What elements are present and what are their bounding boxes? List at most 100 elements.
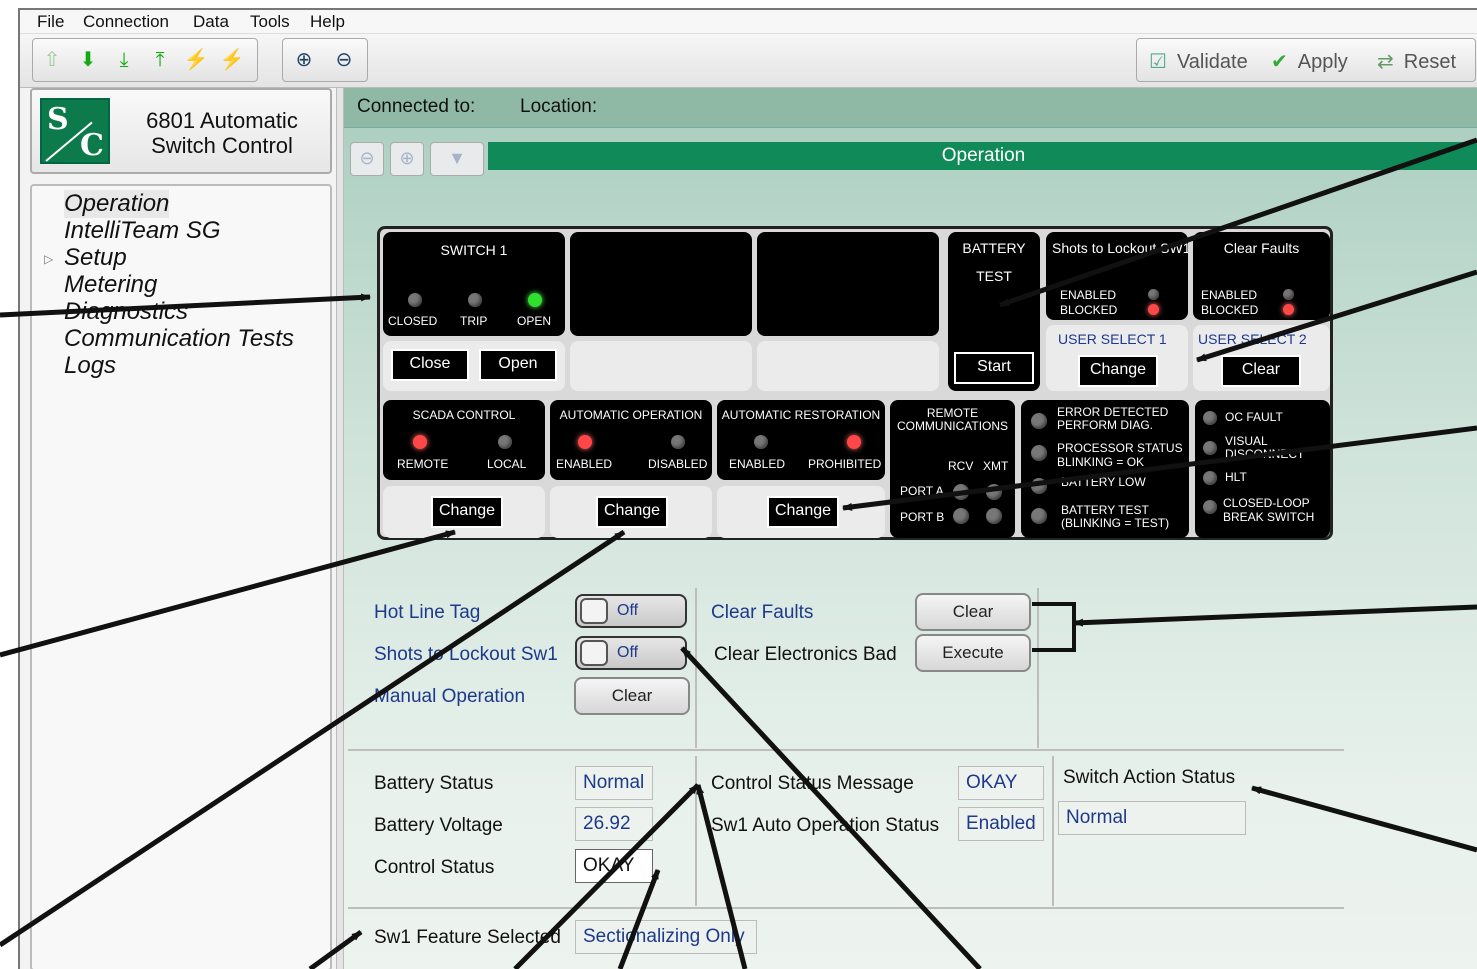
main-content: Connected to: Location: ⊖ ⊕ ▼ Operation … bbox=[344, 88, 1477, 969]
battery-test-block: BATTERY TEST Start bbox=[948, 232, 1040, 391]
clear-faults-button[interactable]: Clear bbox=[915, 593, 1031, 631]
sidebar-item-intelliteam[interactable]: IntelliTeam SG bbox=[64, 217, 221, 245]
menu-data[interactable]: Data bbox=[193, 12, 229, 32]
sw1-auto-op-status-label: Sw1 Auto Operation Status bbox=[711, 815, 940, 836]
auto-op-buttons: Change bbox=[550, 486, 712, 538]
switch-action-status-label: Switch Action Status bbox=[1063, 767, 1236, 788]
battery-status-label: Battery Status bbox=[374, 773, 494, 794]
product-header: S C 6801 Automatic Switch Control bbox=[30, 88, 332, 174]
connection-bar: Connected to: Location: bbox=[344, 88, 1477, 128]
user-select-1: USER SELECT 1 Change bbox=[1046, 325, 1188, 391]
scada-change-button[interactable]: Change bbox=[431, 496, 503, 528]
forward-arrow-icon[interactable]: ⊕ bbox=[390, 142, 424, 176]
control-status-label: Control Status bbox=[374, 857, 495, 878]
manual-operation-clear-button[interactable]: Clear bbox=[574, 677, 690, 715]
battery-voltage-label: Battery Voltage bbox=[374, 815, 503, 836]
auto-op-enabled-led bbox=[578, 435, 592, 449]
shots-lockout-indicator: Shots to Lockout SW1 ENABLED BLOCKED bbox=[1046, 232, 1188, 320]
upload-icon[interactable]: ⇧ bbox=[39, 47, 65, 73]
product-name: 6801 Automatic Switch Control bbox=[146, 108, 298, 158]
switch1-indicator: SWITCH 1 CLOSED TRIP OPEN bbox=[383, 232, 565, 336]
shots-enabled-led bbox=[1148, 289, 1159, 300]
auto-op-change-button[interactable]: Change bbox=[596, 496, 668, 528]
download-file-icon[interactable]: ⤓ bbox=[111, 47, 137, 73]
clear-faults-indicator: Clear Faults ENABLED BLOCKED bbox=[1193, 232, 1330, 320]
clear-faults-panel-button[interactable]: Clear bbox=[1221, 355, 1301, 387]
pane-splitter[interactable] bbox=[336, 88, 344, 969]
trip-led bbox=[468, 293, 482, 307]
page-nav-strip: ⊖ ⊕ ▼ Operation bbox=[344, 136, 1477, 176]
manual-operation-label: Manual Operation bbox=[374, 686, 526, 707]
feature-selected-value: Sectionalizing Only bbox=[575, 920, 757, 954]
upload-file-icon[interactable]: ⤒ bbox=[147, 47, 173, 73]
shots-lockout-label: Shots to Lockout Sw1 bbox=[374, 644, 558, 665]
auto-rest-change-button[interactable]: Change bbox=[767, 496, 839, 528]
sidebar-item-diagnostics[interactable]: Diagnostics bbox=[64, 298, 188, 326]
zoom-toolbar-group: ⊕ ⊖ bbox=[282, 38, 368, 82]
menu-connection[interactable]: Connection bbox=[83, 12, 169, 32]
error-led bbox=[1031, 413, 1047, 429]
clear-electronics-execute-button[interactable]: Execute bbox=[915, 634, 1031, 672]
sidebar-item-logs[interactable]: Logs bbox=[64, 352, 116, 380]
empty-indicator-3 bbox=[757, 232, 939, 336]
auto-rest-prohibited-led bbox=[847, 435, 861, 449]
action-toolbar-group: ☑ Validate ✔ Apply ⇄ Reset bbox=[1136, 38, 1476, 82]
clear-faults-label: Clear Faults bbox=[711, 602, 814, 623]
zoom-in-icon[interactable]: ⊕ bbox=[291, 47, 317, 73]
sidebar-item-setup[interactable]: Setup bbox=[64, 244, 127, 272]
shots-lockout-toggle[interactable]: Off bbox=[575, 636, 687, 670]
sidebar-nav: Operation IntelliTeam SG ▷ Setup Meterin… bbox=[30, 184, 332, 969]
auto-restoration-indicator: AUTOMATIC RESTORATION ENABLED PROHIBITED bbox=[717, 400, 885, 480]
connect-icon[interactable]: ⚡ bbox=[183, 47, 209, 73]
close-button[interactable]: Close bbox=[391, 349, 469, 381]
sw1-auto-op-status-value: Enabled bbox=[958, 807, 1044, 841]
empty-buttons-3 bbox=[757, 341, 939, 391]
local-led bbox=[498, 435, 512, 449]
shots-change-button[interactable]: Change bbox=[1078, 355, 1158, 387]
menu-tools[interactable]: Tools bbox=[250, 12, 290, 32]
diagnostics-indicator: ERROR DETECTED PERFORM DIAG. PROCESSOR S… bbox=[1021, 400, 1189, 538]
auto-rest-enabled-led bbox=[754, 435, 768, 449]
download-icon[interactable]: ⬇ bbox=[75, 47, 101, 73]
faults-indicator: OC FAULT VISUAL DISCONNECT HLT CLOSED-LO… bbox=[1195, 400, 1330, 538]
sidebar-item-metering[interactable]: Metering bbox=[64, 271, 157, 299]
dropdown-arrow-icon[interactable]: ▼ bbox=[430, 142, 484, 176]
apply-button[interactable]: ✔ Apply bbox=[1271, 49, 1348, 74]
clear-electronics-label: Clear Electronics Bad bbox=[714, 644, 897, 665]
disconnect-icon[interactable]: ⚡ bbox=[219, 47, 245, 73]
reset-button[interactable]: ⇄ Reset bbox=[1377, 49, 1456, 74]
hlt-led bbox=[1203, 471, 1217, 485]
remote-led bbox=[413, 435, 427, 449]
battery-start-button[interactable]: Start bbox=[954, 352, 1034, 384]
scada-control-indicator: SCADA CONTROL REMOTE LOCAL bbox=[383, 400, 545, 480]
processor-led bbox=[1031, 445, 1047, 461]
location-label: Location: bbox=[520, 96, 598, 117]
auto-operation-indicator: AUTOMATIC OPERATION ENABLED DISABLED bbox=[550, 400, 712, 480]
visual-disconnect-led bbox=[1203, 441, 1217, 455]
sidebar-item-operation[interactable]: Operation bbox=[64, 190, 170, 218]
sidebar-item-communication-tests[interactable]: Communication Tests bbox=[64, 325, 294, 353]
hot-line-tag-toggle[interactable]: Off bbox=[575, 594, 687, 628]
app-window: File Connection Data Tools Help ⇧ ⬇ ⤓ ⤒ … bbox=[18, 8, 1477, 969]
port-b-rcv-led bbox=[953, 508, 969, 524]
battery-test-led bbox=[1031, 508, 1047, 524]
front-panel: SWITCH 1 CLOSED TRIP OPEN Close Open BAT… bbox=[377, 226, 1333, 540]
closed-led bbox=[408, 293, 422, 307]
reset-icon: ⇄ bbox=[1377, 51, 1394, 73]
menu-bar: File Connection Data Tools Help bbox=[20, 10, 1477, 34]
menu-file[interactable]: File bbox=[37, 12, 64, 32]
expand-arrow-icon[interactable]: ▷ bbox=[44, 252, 53, 266]
shots-blocked-led bbox=[1148, 304, 1159, 315]
validate-icon: ☑ bbox=[1149, 51, 1167, 73]
battery-voltage-value: 26.92 bbox=[575, 807, 653, 841]
open-button[interactable]: Open bbox=[479, 349, 557, 381]
port-b-xmt-led bbox=[986, 508, 1002, 524]
feature-selected-label: Sw1 Feature Selected bbox=[374, 927, 561, 948]
validate-button[interactable]: ☑ Validate bbox=[1149, 49, 1248, 74]
back-arrow-icon[interactable]: ⊖ bbox=[350, 142, 384, 176]
open-led bbox=[528, 293, 542, 307]
zoom-out-icon[interactable]: ⊖ bbox=[331, 47, 357, 73]
remote-communications-indicator: REMOTE COMMUNICATIONS RCV XMT PORT A POR… bbox=[890, 400, 1015, 538]
menu-help[interactable]: Help bbox=[310, 12, 345, 32]
sc-logo: S C bbox=[40, 98, 110, 164]
